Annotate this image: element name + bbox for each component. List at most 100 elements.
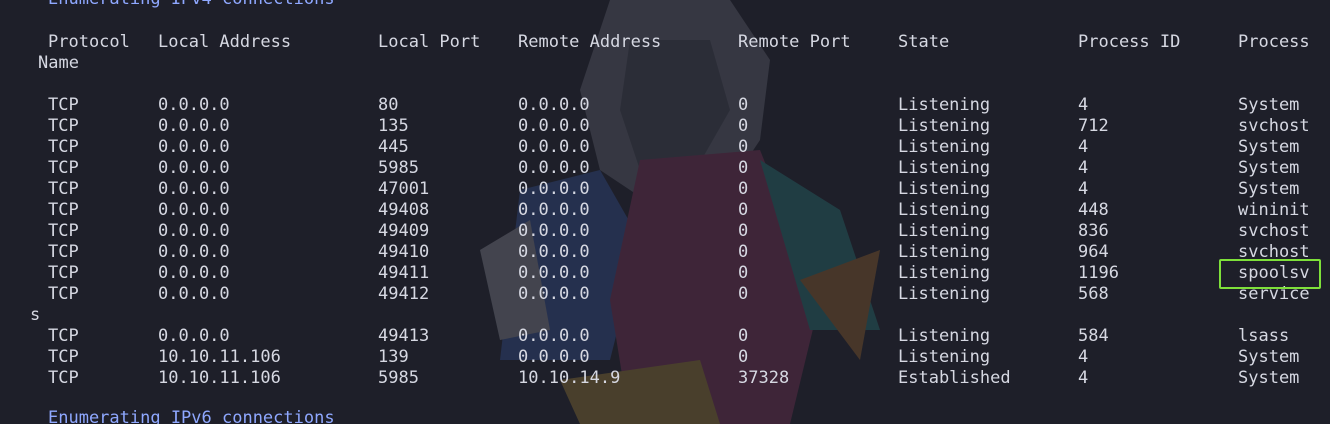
ipv6-section-header: Enumerating IPv6 connections <box>0 408 335 424</box>
terminal-window: Enumerating IPv4 connections Protocol Loc… <box>0 0 1330 424</box>
cell-pid: 1196 <box>1078 263 1119 283</box>
cell-state: Listening <box>898 179 991 199</box>
cell-local-address: 0.0.0.0 <box>158 200 230 220</box>
cell-state: Listening <box>898 326 991 346</box>
cell-pid: 448 <box>1078 200 1109 220</box>
cell-local-port: 49408 <box>378 200 430 220</box>
cell-local-address: 0.0.0.0 <box>158 179 230 199</box>
cell-protocol: TCP <box>48 116 79 136</box>
cell-process: svchost <box>1238 116 1310 136</box>
highlight-box <box>1219 259 1321 289</box>
cell-state: Listening <box>898 221 991 241</box>
cell-protocol: TCP <box>48 284 79 304</box>
cell-remote-address: 10.10.14.9 <box>518 368 621 388</box>
cell-remote-address: 0.0.0.0 <box>518 326 590 346</box>
cell-remote-address: 0.0.0.0 <box>518 116 590 136</box>
cell-remote-port: 0 <box>738 158 749 178</box>
cell-pid: 568 <box>1078 284 1109 304</box>
cell-protocol: TCP <box>48 347 79 367</box>
cell-process: lsass <box>1238 326 1290 346</box>
cell-pid: 712 <box>1078 116 1109 136</box>
header-local-port: Local Port <box>378 32 481 52</box>
cell-state: Listening <box>898 95 991 115</box>
cell-pid: 4 <box>1078 95 1089 115</box>
header-local-address: Local Address <box>158 32 292 52</box>
cell-protocol: TCP <box>48 221 79 241</box>
cell-state: Listening <box>898 263 991 283</box>
header-process: Process <box>1238 32 1310 52</box>
cell-remote-port: 0 <box>738 326 749 346</box>
cell-local-address: 0.0.0.0 <box>158 221 230 241</box>
cell-local-address: 0.0.0.0 <box>158 116 230 136</box>
header-process-id: Process ID <box>1078 32 1181 52</box>
cell-local-port: 49411 <box>378 263 430 283</box>
cell-remote-port: 0 <box>738 284 749 304</box>
cell-remote-port: 0 <box>738 200 749 220</box>
cell-state: Listening <box>898 242 991 262</box>
cell-remote-port: 0 <box>738 347 749 367</box>
cell-remote-port: 0 <box>738 179 749 199</box>
cell-pid: 836 <box>1078 221 1109 241</box>
cell-process-wrap: s <box>30 305 41 325</box>
cell-process: svchost <box>1238 221 1310 241</box>
cell-local-address: 0.0.0.0 <box>158 95 230 115</box>
cell-remote-port: 0 <box>738 116 749 136</box>
cell-local-port: 47001 <box>378 179 430 199</box>
cell-local-port: 49413 <box>378 326 430 346</box>
cell-state: Listening <box>898 158 991 178</box>
cell-local-address: 0.0.0.0 <box>158 263 230 283</box>
cell-remote-address: 0.0.0.0 <box>518 284 590 304</box>
cell-protocol: TCP <box>48 179 79 199</box>
cell-state: Established <box>898 368 1011 388</box>
cell-protocol: TCP <box>48 137 79 157</box>
cell-remote-address: 0.0.0.0 <box>518 158 590 178</box>
cell-process: wininit <box>1238 200 1310 220</box>
cell-protocol: TCP <box>48 158 79 178</box>
cell-protocol: TCP <box>48 263 79 283</box>
cell-remote-port: 0 <box>738 137 749 157</box>
cell-remote-address: 0.0.0.0 <box>518 179 590 199</box>
cell-protocol: TCP <box>48 95 79 115</box>
cell-local-port: 49410 <box>378 242 430 262</box>
cell-pid: 4 <box>1078 368 1089 388</box>
cell-remote-port: 0 <box>738 95 749 115</box>
cell-pid: 4 <box>1078 137 1089 157</box>
cell-local-address: 0.0.0.0 <box>158 137 230 157</box>
cell-local-address: 10.10.11.106 <box>158 347 281 367</box>
header-process-name-wrap: Name <box>38 53 79 73</box>
cell-remote-port: 0 <box>738 263 749 283</box>
cell-process: System <box>1238 179 1300 199</box>
cell-remote-port: 0 <box>738 242 749 262</box>
cell-remote-address: 0.0.0.0 <box>518 347 590 367</box>
cell-state: Listening <box>898 116 991 136</box>
cell-local-port: 5985 <box>378 158 419 178</box>
cell-process: System <box>1238 137 1300 157</box>
cell-state: Listening <box>898 200 991 220</box>
cell-local-port: 445 <box>378 137 409 157</box>
cell-state: Listening <box>898 347 991 367</box>
cell-protocol: TCP <box>48 242 79 262</box>
cell-process: System <box>1238 95 1300 115</box>
cell-remote-address: 0.0.0.0 <box>518 137 590 157</box>
cell-remote-address: 0.0.0.0 <box>518 95 590 115</box>
cell-remote-address: 0.0.0.0 <box>518 242 590 262</box>
header-protocol: Protocol <box>48 32 130 52</box>
cell-local-port: 135 <box>378 116 409 136</box>
cell-remote-address: 0.0.0.0 <box>518 221 590 241</box>
cell-local-port: 49409 <box>378 221 430 241</box>
cell-state: Listening <box>898 137 991 157</box>
cell-remote-port: 0 <box>738 221 749 241</box>
cell-local-address: 0.0.0.0 <box>158 242 230 262</box>
cell-remote-address: 0.0.0.0 <box>518 200 590 220</box>
cell-state: Listening <box>898 284 991 304</box>
cell-pid: 964 <box>1078 242 1109 262</box>
cell-local-address: 10.10.11.106 <box>158 368 281 388</box>
cell-remote-address: 0.0.0.0 <box>518 263 590 283</box>
cell-local-address: 0.0.0.0 <box>158 284 230 304</box>
cell-local-address: 0.0.0.0 <box>158 158 230 178</box>
cell-pid: 4 <box>1078 347 1089 367</box>
ipv4-section-label: Enumerating IPv4 connections <box>48 0 335 10</box>
cell-pid: 4 <box>1078 158 1089 178</box>
cell-local-address: 0.0.0.0 <box>158 326 230 346</box>
cell-process: System <box>1238 347 1300 367</box>
